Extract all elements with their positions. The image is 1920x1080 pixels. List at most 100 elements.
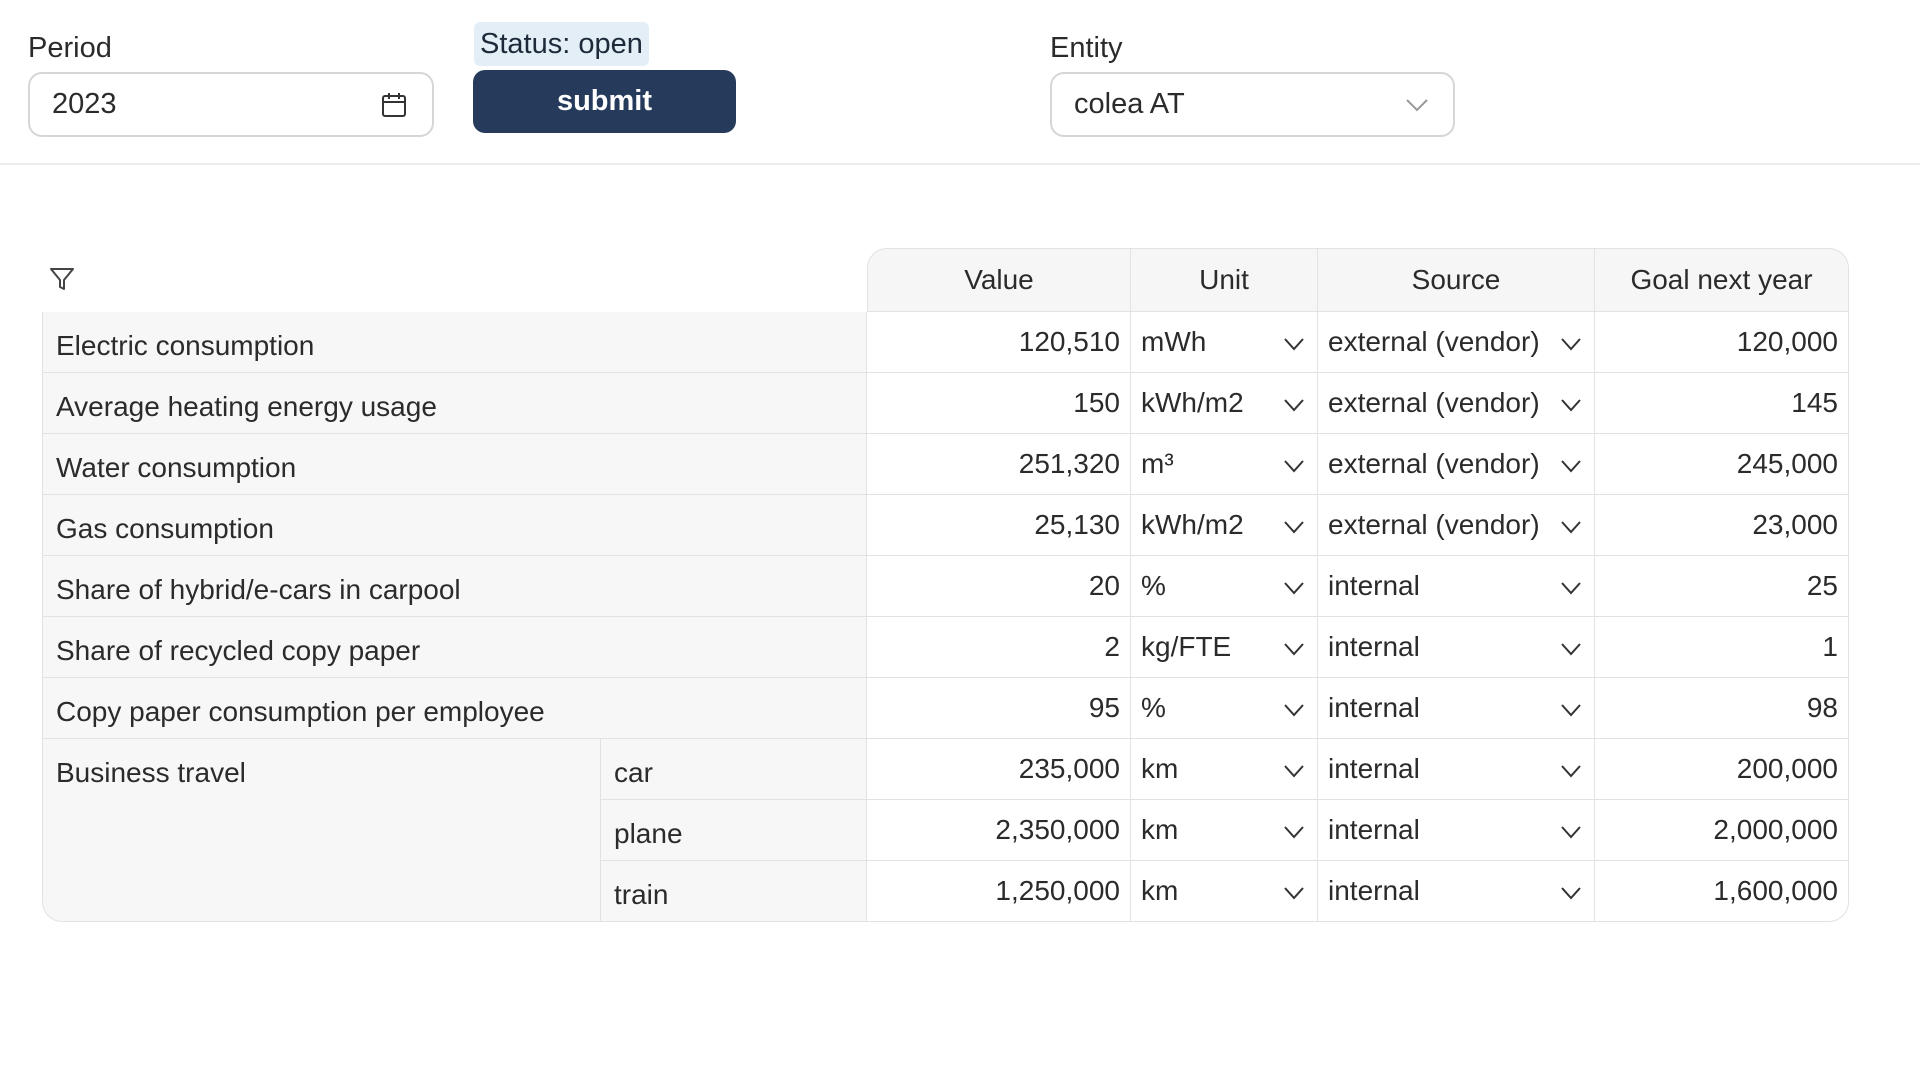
- unit-select-value: km: [1141, 814, 1179, 845]
- source-select[interactable]: internal: [1318, 861, 1595, 922]
- value-cell[interactable]: 251,320: [867, 434, 1131, 495]
- unit-select[interactable]: m³: [1131, 434, 1318, 495]
- submit-button[interactable]: submit: [473, 70, 736, 133]
- unit-select-value: kg/FTE: [1141, 631, 1232, 662]
- unit-select[interactable]: km: [1131, 739, 1318, 800]
- source-select-value: external (vendor): [1328, 387, 1540, 418]
- source-select[interactable]: external (vendor): [1318, 312, 1595, 373]
- row-label: Water consumption: [42, 434, 867, 495]
- chevron-down-icon: [1283, 570, 1305, 602]
- source-select[interactable]: external (vendor): [1318, 434, 1595, 495]
- col-header-unit[interactable]: Unit: [1131, 248, 1318, 312]
- value-cell[interactable]: 20: [867, 556, 1131, 617]
- value-cell[interactable]: 150: [867, 373, 1131, 434]
- chevron-down-icon: [1283, 631, 1305, 663]
- unit-select-value: %: [1141, 570, 1166, 601]
- goal-cell[interactable]: 120,000: [1595, 312, 1849, 373]
- goal-cell[interactable]: 245,000: [1595, 434, 1849, 495]
- unit-select[interactable]: kWh/m2: [1131, 373, 1318, 434]
- unit-select[interactable]: km: [1131, 800, 1318, 861]
- unit-select[interactable]: mWh: [1131, 312, 1318, 373]
- source-select[interactable]: external (vendor): [1318, 495, 1595, 556]
- source-select[interactable]: internal: [1318, 678, 1595, 739]
- source-select[interactable]: internal: [1318, 617, 1595, 678]
- entity-select[interactable]: colea AT: [1050, 72, 1455, 137]
- goal-cell[interactable]: 23,000: [1595, 495, 1849, 556]
- col-header-goal[interactable]: Goal next year: [1595, 248, 1849, 312]
- value-cell[interactable]: 235,000: [867, 739, 1131, 800]
- chevron-down-icon: [1283, 509, 1305, 541]
- chevron-down-icon: [1283, 387, 1305, 419]
- unit-select[interactable]: km: [1131, 861, 1318, 922]
- calendar-icon[interactable]: [380, 91, 408, 119]
- chevron-down-icon: [1283, 326, 1305, 358]
- chevron-down-icon: [1560, 631, 1582, 663]
- goal-cell[interactable]: 145: [1595, 373, 1849, 434]
- source-select-value: internal: [1328, 692, 1420, 723]
- goal-cell[interactable]: 200,000: [1595, 739, 1849, 800]
- goal-cell[interactable]: 2,000,000: [1595, 800, 1849, 861]
- source-select-value: internal: [1328, 570, 1420, 601]
- chevron-down-icon: [1560, 753, 1582, 785]
- unit-select[interactable]: kWh/m2: [1131, 495, 1318, 556]
- value-cell[interactable]: 120,510: [867, 312, 1131, 373]
- goal-cell[interactable]: 1,600,000: [1595, 861, 1849, 922]
- goal-cell[interactable]: 1: [1595, 617, 1849, 678]
- source-select-value: external (vendor): [1328, 509, 1540, 540]
- travel-mode-label: car: [601, 739, 867, 800]
- travel-mode-label: plane: [601, 800, 867, 861]
- unit-select[interactable]: kg/FTE: [1131, 617, 1318, 678]
- unit-select-value: mWh: [1141, 326, 1207, 357]
- chevron-down-icon: [1283, 692, 1305, 724]
- value-cell[interactable]: 95: [867, 678, 1131, 739]
- header-divider: [0, 163, 1920, 165]
- chevron-down-icon: [1405, 97, 1429, 113]
- value-cell[interactable]: 2: [867, 617, 1131, 678]
- period-value: 2023: [52, 88, 117, 120]
- unit-select[interactable]: %: [1131, 678, 1318, 739]
- source-select-value: internal: [1328, 631, 1420, 662]
- source-select-value: internal: [1328, 814, 1420, 845]
- chevron-down-icon: [1560, 448, 1582, 480]
- chevron-down-icon: [1560, 814, 1582, 846]
- chevron-down-icon: [1283, 875, 1305, 907]
- chevron-down-icon: [1283, 814, 1305, 846]
- entity-value: colea AT: [1074, 88, 1185, 120]
- business-travel-label: Business travel: [42, 739, 601, 922]
- chevron-down-icon: [1283, 753, 1305, 785]
- chevron-down-icon: [1283, 448, 1305, 480]
- source-select-value: external (vendor): [1328, 326, 1540, 357]
- unit-select-value: km: [1141, 875, 1179, 906]
- value-cell[interactable]: 1,250,000: [867, 861, 1131, 922]
- source-select-value: internal: [1328, 875, 1420, 906]
- unit-select-value: %: [1141, 692, 1166, 723]
- chevron-down-icon: [1560, 387, 1582, 419]
- status-badge: Status: open: [474, 22, 649, 66]
- source-select[interactable]: internal: [1318, 739, 1595, 800]
- goal-cell[interactable]: 25: [1595, 556, 1849, 617]
- source-select[interactable]: internal: [1318, 556, 1595, 617]
- goal-cell[interactable]: 98: [1595, 678, 1849, 739]
- row-label: Gas consumption: [42, 495, 867, 556]
- period-label: Period: [28, 32, 112, 64]
- value-cell[interactable]: 2,350,000: [867, 800, 1131, 861]
- source-select-value: internal: [1328, 753, 1420, 784]
- chevron-down-icon: [1560, 692, 1582, 724]
- source-select[interactable]: internal: [1318, 800, 1595, 861]
- col-header-value[interactable]: Value: [867, 248, 1131, 312]
- col-header-source[interactable]: Source: [1318, 248, 1595, 312]
- row-label: Share of recycled copy paper: [42, 617, 867, 678]
- row-label: Copy paper consumption per employee: [42, 678, 867, 739]
- period-date-picker[interactable]: 2023: [28, 72, 434, 137]
- metrics-table: Value Unit Source Goal next year Electri…: [42, 248, 1849, 922]
- chevron-down-icon: [1560, 570, 1582, 602]
- row-label: Electric consumption: [42, 312, 867, 373]
- unit-select[interactable]: %: [1131, 556, 1318, 617]
- entity-label: Entity: [1050, 32, 1123, 64]
- source-select[interactable]: external (vendor): [1318, 373, 1595, 434]
- chevron-down-icon: [1560, 875, 1582, 907]
- chevron-down-icon: [1560, 509, 1582, 541]
- travel-mode-label: train: [601, 861, 867, 922]
- value-cell[interactable]: 25,130: [867, 495, 1131, 556]
- unit-select-value: kWh/m2: [1141, 387, 1244, 418]
